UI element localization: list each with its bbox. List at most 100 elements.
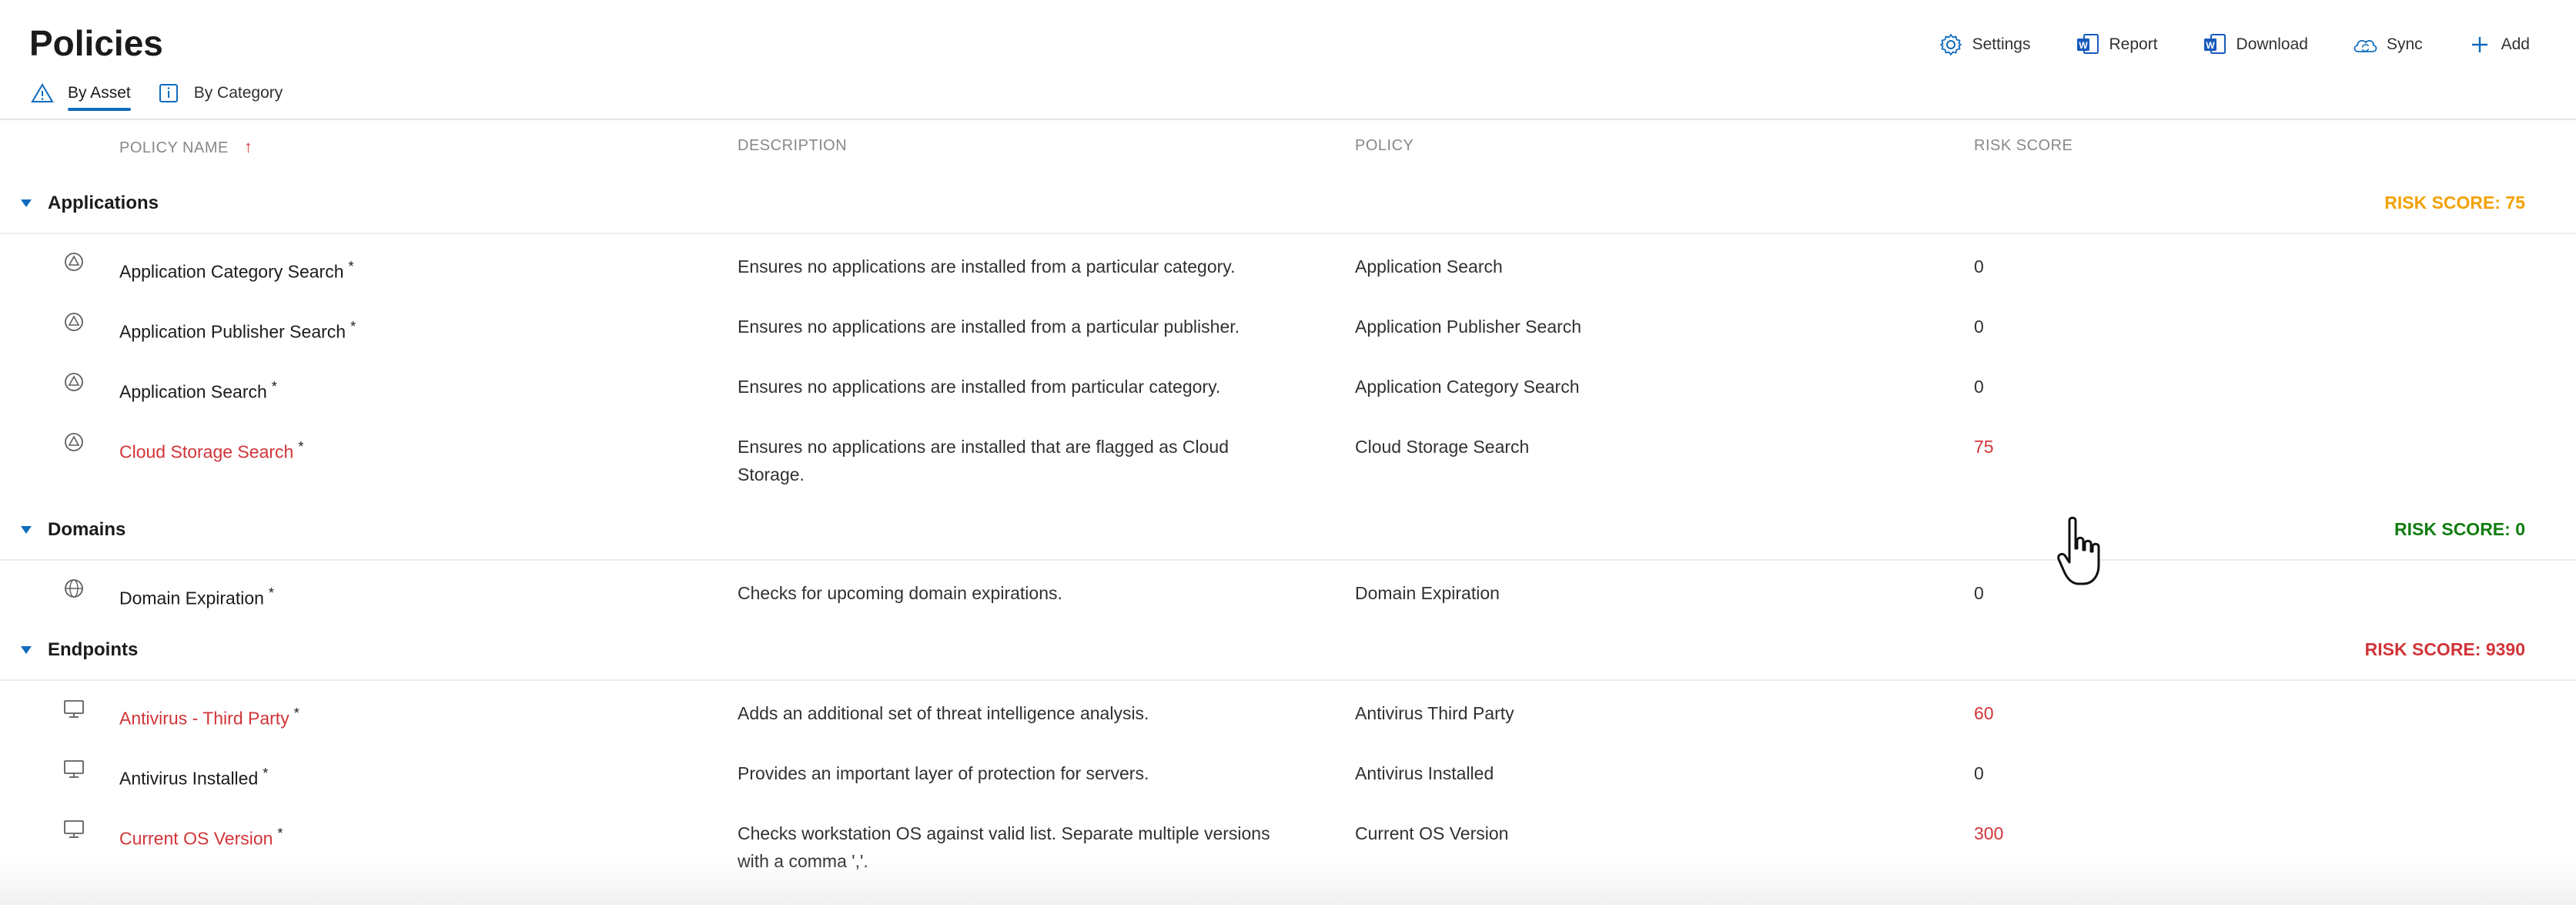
group-title: Applications: [48, 193, 159, 213]
policy-description: Ensures no applications are installed th…: [738, 437, 1229, 484]
policy-description: Adds an additional set of threat intelli…: [738, 703, 1149, 723]
report-icon: W: [2074, 31, 2102, 59]
download-icon: W: [2201, 31, 2229, 59]
policy-description: Ensures no applications are installed fr…: [738, 317, 1240, 337]
policy-name[interactable]: Antivirus - Third Party *: [119, 699, 720, 732]
svg-text:W: W: [2079, 40, 2088, 51]
required-marker: *: [268, 585, 274, 601]
table-row[interactable]: Application Category Search * Ensures no …: [0, 236, 2576, 296]
required-marker: *: [271, 379, 277, 394]
column-header-policy-name[interactable]: POLICY NAME ↑: [119, 137, 253, 157]
risk-score: 0: [1974, 317, 1984, 337]
collapse-caret-icon[interactable]: [17, 521, 35, 539]
toolbar: Settings W Report W Download Sync Add: [1894, 26, 2530, 63]
group-endpoints: Endpoints RISK SCORE: 9390: [0, 624, 2576, 681]
table-row[interactable]: Antivirus - Third Party * Adds an additio…: [0, 682, 2576, 742]
collapse-caret-icon[interactable]: [17, 641, 35, 659]
sync-label: Sync: [2386, 35, 2423, 53]
group-risk-score: RISK SCORE: 9390: [2364, 639, 2525, 659]
risk-score: 0: [1974, 256, 1984, 277]
group-title: Domains: [48, 519, 126, 540]
group-title: Endpoints: [48, 639, 139, 660]
sort-ascending-icon: ↑: [243, 137, 253, 156]
risk-score: 0: [1974, 377, 1984, 397]
table-row[interactable]: Cloud Storage Search * Ensures no applica…: [0, 416, 2576, 504]
policy-description: Checks for upcoming domain expirations.: [738, 583, 1062, 603]
policy-name[interactable]: Application Category Search *: [119, 253, 720, 286]
sync-button[interactable]: Sync: [2351, 31, 2423, 59]
table-row[interactable]: Domain Expiration * Checks for upcoming d…: [0, 562, 2576, 622]
risk-score: 300: [1974, 823, 2004, 843]
monitor-icon: [62, 756, 86, 781]
policy-name-text: Application Category Search: [119, 261, 344, 282]
policy-type: Cloud Storage Search: [1355, 437, 1530, 457]
policy-name[interactable]: Current OS Version *: [119, 820, 720, 853]
policy-description: Ensures no applications are installed fr…: [738, 377, 1221, 397]
policy-type: Antivirus Third Party: [1355, 703, 1514, 723]
policy-name-text: Domain Expiration: [119, 588, 264, 608]
policy-name-text: Application Publisher Search: [119, 321, 346, 342]
policy-name-text: Antivirus Installed: [119, 768, 259, 789]
required-marker: *: [348, 259, 354, 274]
download-button[interactable]: W Download: [2201, 31, 2308, 59]
globe-icon: [62, 576, 86, 601]
view-tabs: By Asset By Category: [29, 77, 307, 109]
group-risk-score: RISK SCORE: 75: [2384, 193, 2525, 213]
policy-name[interactable]: Domain Expiration *: [119, 579, 720, 612]
application-icon: [62, 250, 86, 274]
policy-name[interactable]: Application Publisher Search *: [119, 313, 720, 346]
report-label: Report: [2109, 35, 2158, 53]
policy-name-text: Cloud Storage Search: [119, 441, 294, 462]
group-risk-score: RISK SCORE: 0: [2394, 519, 2525, 539]
policy-description: Ensures no applications are installed fr…: [738, 256, 1236, 277]
download-label: Download: [2236, 35, 2308, 53]
required-marker: *: [298, 439, 304, 454]
monitor-icon: [62, 816, 86, 841]
collapse-caret-icon[interactable]: [17, 194, 35, 213]
table-row[interactable]: Application Publisher Search * Ensures no…: [0, 296, 2576, 356]
gear-icon: [1937, 31, 1965, 59]
policy-type: Application Search: [1355, 256, 1503, 277]
add-button[interactable]: Add: [2466, 31, 2530, 59]
required-marker: *: [293, 706, 299, 721]
application-icon: [62, 310, 86, 334]
required-marker: *: [350, 319, 356, 334]
table-row[interactable]: Application Search * Ensures no applicati…: [0, 356, 2576, 416]
policy-name[interactable]: Cloud Storage Search *: [119, 433, 720, 466]
policy-name[interactable]: Antivirus Installed *: [119, 759, 720, 793]
add-label: Add: [2501, 35, 2530, 53]
tab-by-category[interactable]: By Category: [156, 77, 283, 109]
column-header-description[interactable]: DESCRIPTION: [738, 137, 847, 155]
column-headers: POLICY NAME ↑ DESCRIPTION POLICY RISK SCO…: [0, 132, 2576, 163]
bottom-fade: [0, 859, 2576, 905]
policy-description: Provides an important layer of protectio…: [738, 763, 1149, 783]
hand-pointer-cursor-icon: [2054, 515, 2116, 592]
policy-type: Application Category Search: [1355, 377, 1580, 397]
svg-text:W: W: [2206, 40, 2215, 51]
table-row[interactable]: Antivirus Installed * Provides an importa…: [0, 742, 2576, 803]
policy-name-text: Current OS Version: [119, 828, 273, 849]
policy-name-text: Application Search: [119, 381, 267, 402]
report-button[interactable]: W Report: [2074, 31, 2158, 59]
required-marker: *: [263, 766, 269, 781]
required-marker: *: [277, 826, 283, 841]
plus-icon: [2466, 31, 2494, 59]
cloud-sync-icon: [2351, 31, 2379, 59]
column-header-risk-score[interactable]: RISK SCORE: [1974, 137, 2073, 155]
application-icon: [62, 430, 86, 454]
policy-type: Antivirus Installed: [1355, 763, 1494, 783]
policy-name[interactable]: Application Search *: [119, 373, 720, 406]
tab-by-asset-label: By Asset: [68, 84, 131, 102]
policy-type: Application Publisher Search: [1355, 317, 1582, 337]
tab-by-asset[interactable]: By Asset: [29, 77, 131, 109]
group-domains: Domains RISK SCORE: 0: [0, 504, 2576, 561]
header-divider: [0, 119, 2576, 120]
column-header-policy[interactable]: POLICY: [1355, 137, 1413, 155]
settings-button[interactable]: Settings: [1937, 31, 2031, 59]
warning-triangle-icon: [29, 80, 55, 106]
policy-type: Current OS Version: [1355, 823, 1509, 843]
category-info-icon: [156, 80, 182, 106]
application-icon: [62, 370, 86, 394]
group-applications: Applications RISK SCORE: 75: [0, 177, 2576, 234]
policy-name-header-label: POLICY NAME: [119, 139, 229, 156]
